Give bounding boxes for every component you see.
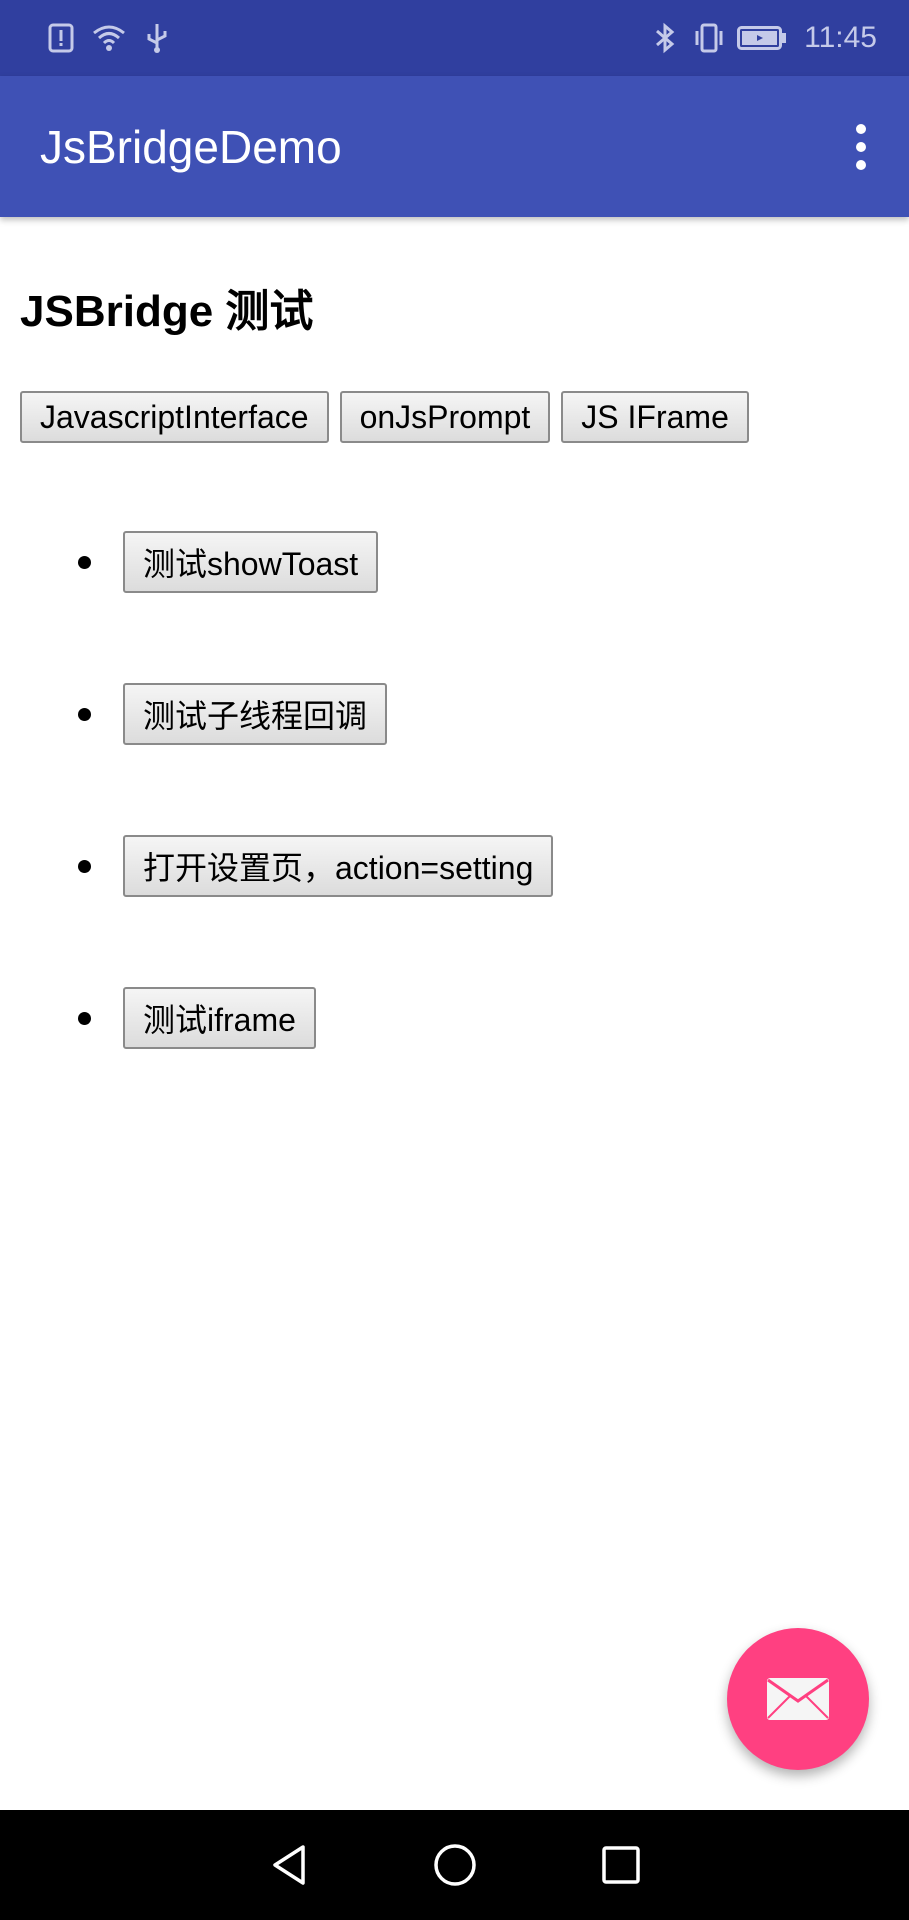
bluetooth-icon [648, 21, 682, 55]
mail-fab-button[interactable] [727, 1628, 869, 1770]
wifi-icon [92, 21, 126, 55]
test-list: 测试showToast 测试子线程回调 打开设置页，action=setting… [78, 531, 889, 1049]
alert-icon [44, 21, 78, 55]
page-heading: JSBridge 测试 [20, 287, 314, 336]
more-vert-icon[interactable] [833, 107, 889, 187]
usb-icon [140, 21, 174, 55]
status-left-icons [44, 21, 174, 55]
status-time: 11:45 [804, 21, 877, 54]
recents-icon[interactable] [597, 1841, 645, 1889]
status-right-icons: 11:45 [648, 21, 877, 55]
vibrate-icon [692, 21, 726, 55]
bullet [78, 1011, 91, 1025]
app-title: JsBridgeDemo [40, 120, 342, 173]
on-js-prompt-button[interactable]: onJsPrompt [339, 391, 551, 443]
test-thread-callback-button[interactable]: 测试子线程回调 [123, 683, 388, 745]
app-bar: JsBridgeDemo [0, 76, 909, 217]
nav-bar [0, 1810, 909, 1920]
webview-content: JSBridge 测试 JavascriptInterface onJsProm… [0, 217, 909, 1810]
status-bar: 11:45 [0, 0, 909, 76]
mode-button-group: JavascriptInterface onJsPrompt JS IFrame [20, 391, 889, 443]
list-item: 测试iframe [78, 987, 889, 1049]
mail-icon [767, 1678, 829, 1720]
list-item: 打开设置页，action=setting [78, 835, 889, 897]
javascript-interface-button[interactable]: JavascriptInterface [20, 391, 329, 443]
bullet [78, 707, 91, 721]
back-icon[interactable] [265, 1841, 313, 1889]
test-iframe-button[interactable]: 测试iframe [123, 987, 316, 1049]
battery-icon [736, 21, 788, 55]
list-item: 测试showToast [78, 531, 889, 593]
open-settings-button[interactable]: 打开设置页，action=setting [123, 835, 554, 897]
bullet [78, 859, 91, 873]
home-icon[interactable] [431, 1841, 479, 1889]
list-item: 测试子线程回调 [78, 683, 889, 745]
test-show-toast-button[interactable]: 测试showToast [123, 531, 379, 593]
js-iframe-button[interactable]: JS IFrame [561, 391, 749, 443]
bullet [78, 555, 91, 569]
